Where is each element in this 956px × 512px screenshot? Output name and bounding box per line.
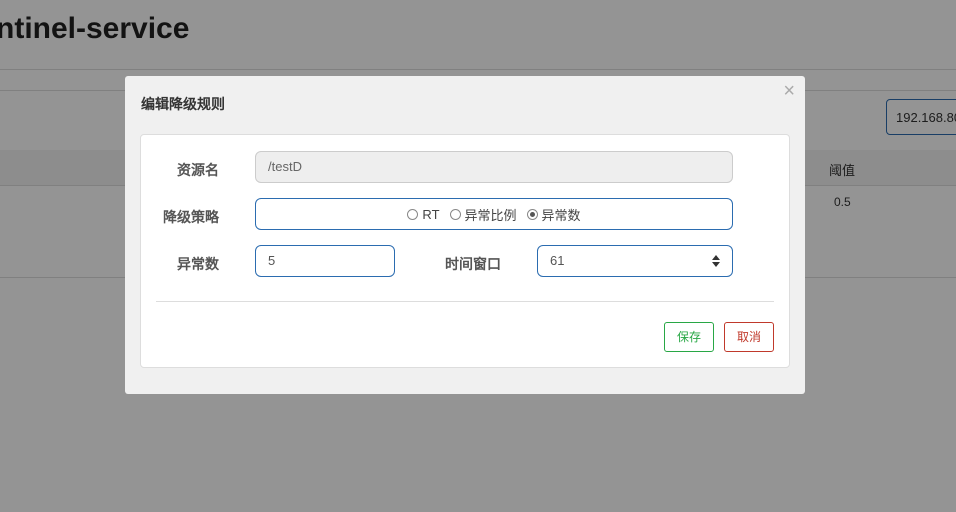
dialog-form: 资源名 /testD 降级策略 RT 异常比例 异常数 异常数 5 时间窗口 6… — [140, 134, 790, 368]
strategy-option-label: 异常比例 — [464, 207, 517, 223]
resource-name-field: /testD — [255, 151, 733, 183]
radio-checked-icon[interactable] — [526, 208, 538, 220]
close-icon[interactable]: × — [783, 81, 795, 101]
time-window-input[interactable]: 61 — [537, 245, 733, 277]
edit-degrade-rule-dialog: 编辑降级规则 × 资源名 /testD 降级策略 RT 异常比例 异常数 异常数… — [125, 76, 805, 394]
radio-icon[interactable] — [407, 208, 419, 220]
strategy-option-exception-count[interactable]: 异常数 — [526, 205, 581, 224]
exception-count-label: 异常数 — [177, 256, 219, 272]
strategy-option-exception-ratio[interactable]: 异常比例 — [449, 205, 517, 224]
radio-icon[interactable] — [449, 208, 461, 220]
resource-name-label: 资源名 — [177, 162, 219, 178]
time-window-label: 时间窗口 — [445, 256, 501, 272]
number-spinner-icon[interactable] — [712, 255, 720, 267]
strategy-option-label: RT — [422, 206, 440, 222]
time-window-value: 61 — [550, 253, 565, 268]
strategy-label: 降级策略 — [163, 209, 219, 225]
exception-count-input[interactable]: 5 — [255, 245, 395, 277]
cancel-button[interactable]: 取消 — [724, 322, 774, 352]
strategy-option-rt[interactable]: RT — [407, 206, 440, 222]
strategy-option-label: 异常数 — [541, 207, 581, 223]
dialog-title: 编辑降级规则 — [141, 96, 225, 112]
form-divider — [156, 301, 774, 302]
save-button[interactable]: 保存 — [664, 322, 714, 352]
strategy-radio-group: RT 异常比例 异常数 — [255, 198, 733, 230]
